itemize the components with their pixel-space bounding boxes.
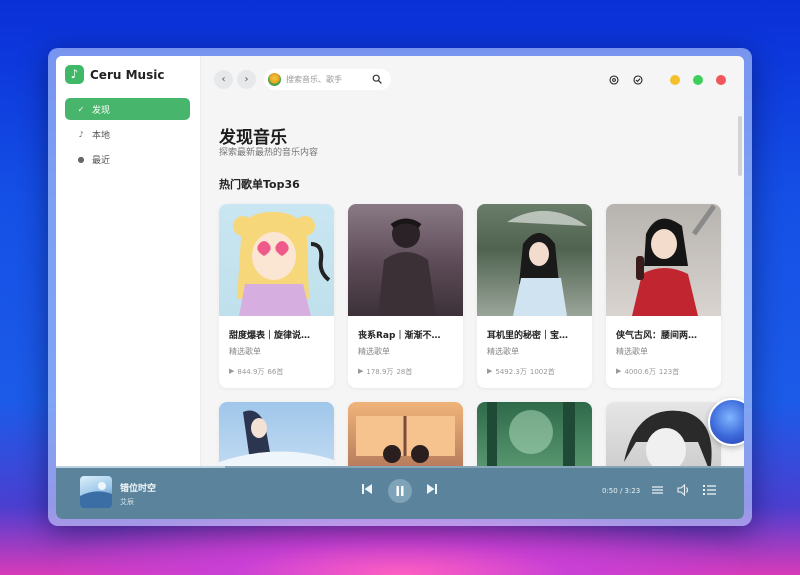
close-button[interactable] (716, 75, 726, 85)
music-logo-icon: ♪ (65, 65, 84, 84)
sidebar-nav: ✓ 发现 ♪ 本地 ● 最近 (65, 98, 190, 173)
forward-button[interactable]: › (237, 70, 256, 89)
track-count: 66首 (267, 368, 284, 376)
play-count-icon: ▶ (229, 367, 235, 375)
page-subtitle: 探索最新最热的音乐内容 (219, 148, 319, 158)
play-count: 4000.6万 (624, 368, 656, 376)
playlist-cover (348, 204, 463, 316)
next-icon[interactable] (426, 483, 438, 495)
playlist-subtitle: 精选歌单 (229, 347, 261, 356)
playlist-card[interactable]: 丧系Rap｜渐渐不… 精选歌单 ▶ 178.9万 28首 (348, 204, 463, 388)
sidebar-item-local[interactable]: ♪ 本地 (65, 123, 190, 145)
now-playing-cover[interactable] (80, 476, 112, 508)
brand: ♪ Ceru Music (65, 65, 164, 84)
playlist-card[interactable]: 耳机里的秘密｜宝… 精选歌单 ▶ 5492.3万 1002首 (477, 204, 592, 388)
playlist-cover (477, 204, 592, 316)
playlist-subtitle: 精选歌单 (487, 347, 519, 356)
playback-time: 0:50 / 3:23 (602, 487, 641, 495)
sidebar-item-label: 最近 (92, 155, 111, 166)
playlist-title: 耳机里的秘密｜宝… (487, 331, 569, 341)
track-count: 28首 (396, 368, 413, 376)
playlist-cover (219, 204, 334, 316)
compass-icon: ✓ (77, 104, 85, 114)
pause-button[interactable] (388, 479, 412, 503)
pause-icon (396, 486, 404, 496)
settings-icon[interactable] (609, 75, 619, 85)
progress-fill (56, 466, 226, 468)
playlist-cover (606, 204, 721, 316)
check-circle-icon[interactable] (633, 75, 643, 85)
playlist-meta: ▶ 4000.6万 123首 (616, 367, 682, 377)
sidebar-item-label: 本地 (92, 130, 111, 141)
playlist-meta: ▶ 178.9万 28首 (358, 367, 415, 377)
sidebar-item-label: 发现 (92, 105, 111, 116)
playlist-subtitle: 精选歌单 (616, 347, 648, 356)
track-count: 123首 (658, 368, 680, 376)
app-name: Ceru Music (90, 67, 165, 82)
play-count: 178.9万 (366, 368, 394, 376)
user-avatar[interactable] (268, 73, 281, 86)
now-playing-artist: 艾辰 (120, 498, 134, 506)
back-button[interactable]: ‹ (214, 70, 233, 89)
playlist-card[interactable]: 侠气古风：腰间两… 精选歌单 ▶ 4000.6万 123首 (606, 204, 721, 388)
playlist-card[interactable]: 甜度爆表｜旋律说… 精选歌单 ▶ 844.9万 66首 (219, 204, 334, 388)
scrollbar[interactable] (738, 116, 742, 176)
play-count-icon: ▶ (358, 367, 364, 375)
search-icon[interactable] (372, 74, 382, 84)
clock-icon: ● (77, 154, 85, 164)
playlist-title: 侠气古风：腰间两… (616, 331, 698, 341)
play-count-icon: ▶ (616, 367, 622, 375)
play-count-icon: ▶ (487, 367, 493, 375)
playlist-meta: ▶ 5492.3万 1002首 (487, 367, 558, 377)
section-title: 热门歌单Top36 (219, 178, 300, 191)
search-box (264, 69, 391, 90)
sidebar: ♪ Ceru Music ✓ 发现 ♪ 本地 ● 最近 (56, 56, 201, 519)
playlist-icon[interactable] (703, 484, 716, 496)
track-count: 1002首 (529, 368, 555, 376)
playback-mode-icon[interactable] (652, 485, 664, 495)
now-playing-title: 错位时空 (120, 484, 157, 494)
playlist-subtitle: 精选歌单 (358, 347, 390, 356)
play-count: 5492.3万 (495, 368, 527, 376)
previous-icon[interactable] (361, 483, 373, 495)
volume-icon[interactable] (677, 484, 691, 496)
minimize-button[interactable] (670, 75, 680, 85)
topbar: ‹ › (214, 69, 391, 90)
sidebar-item-discover[interactable]: ✓ 发现 (65, 98, 190, 120)
progress-track[interactable] (56, 466, 744, 468)
maximize-button[interactable] (693, 75, 703, 85)
playlist-title: 甜度爆表｜旋律说… (229, 331, 311, 341)
player-bar: 错位时空 艾辰 0:50 / 3:23 (56, 466, 744, 519)
app-window: ♪ Ceru Music ✓ 发现 ♪ 本地 ● 最近 ‹ › 搜索音乐、歌手 … (56, 56, 744, 519)
play-count: 844.9万 (237, 368, 265, 376)
music-note-icon: ♪ (78, 129, 84, 139)
playlist-meta: ▶ 844.9万 66首 (229, 367, 286, 377)
sidebar-item-recent[interactable]: ● 最近 (65, 148, 190, 170)
search-input[interactable] (286, 75, 368, 84)
window-controls (609, 75, 726, 85)
playlist-title: 丧系Rap｜渐渐不… (358, 331, 441, 341)
